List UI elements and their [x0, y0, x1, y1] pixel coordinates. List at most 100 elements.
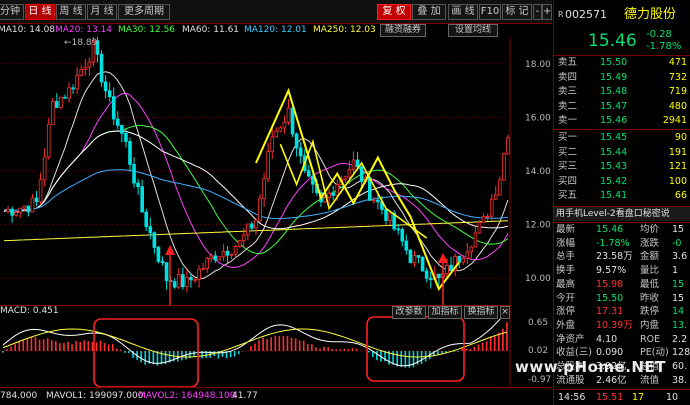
- level-volume: 732: [668, 71, 687, 83]
- volume-axis-value: 41.77: [232, 391, 258, 401]
- candle-body: [428, 277, 433, 280]
- level-label: 买五: [558, 190, 578, 202]
- draw-line-button[interactable]: 画 线: [448, 4, 478, 20]
- candle-body: [83, 66, 88, 70]
- switch-indicator-button[interactable]: 换指标: [464, 306, 498, 319]
- candle-body: [26, 205, 31, 213]
- tab-monthly[interactable]: 月 线: [87, 4, 117, 20]
- candle-body: [331, 192, 335, 196]
- tab-more-periods[interactable]: 更多周期: [118, 4, 170, 20]
- stat-row: 涨停 17.31 跌停 14: [554, 305, 690, 319]
- candle-body: [201, 267, 205, 270]
- level-label: 买一: [558, 132, 578, 143]
- ask-row[interactable]: 卖二 15.47 480: [554, 100, 690, 114]
- price-tick-label: 10.00: [525, 274, 551, 284]
- add-indicator-button[interactable]: 加指标: [428, 306, 462, 319]
- candle-body: [22, 205, 27, 209]
- close-indicator-button[interactable]: ×: [500, 306, 510, 319]
- stat-row: 总手 23.58万 金额 3.6: [554, 250, 690, 264]
- level-price: 15.43: [600, 161, 628, 173]
- price-tick-label: 14.00: [525, 167, 551, 177]
- tab-minute[interactable]: 分钟: [0, 4, 24, 20]
- candle-body: [262, 178, 266, 199]
- ask-row[interactable]: 卖四 15.49 732: [554, 71, 690, 85]
- candle-body: [355, 159, 360, 167]
- stat-value: -0: [672, 237, 682, 249]
- stat-label: 总手: [556, 251, 576, 263]
- tab-daily[interactable]: 日 线: [25, 4, 55, 20]
- level-price: 15.42: [600, 175, 628, 187]
- level-volume: 90: [674, 132, 687, 143]
- stat-row: 涨幅 -1.78% 涨跌 -0: [554, 237, 690, 251]
- zoom-out-button[interactable]: -: [533, 4, 542, 20]
- candle-body: [205, 257, 210, 269]
- adjust-button[interactable]: 复 权: [377, 4, 411, 20]
- zoom-in-button[interactable]: +: [542, 4, 552, 20]
- tab-weekly[interactable]: 周 线: [56, 4, 86, 20]
- level-volume: 191: [668, 146, 687, 158]
- candle-body: [335, 184, 340, 196]
- stat-value: 15: [672, 278, 685, 290]
- ask-row[interactable]: 卖一 15.46 2941: [554, 114, 690, 128]
- overlay-button[interactable]: 叠 加: [412, 4, 446, 20]
- watermark: www.pHome.NET: [515, 358, 666, 376]
- bid-row[interactable]: 买二 15.44 191: [554, 146, 690, 160]
- stat-value: 128: [672, 347, 690, 359]
- stat-label: 今开: [556, 292, 576, 304]
- candle-body: [278, 127, 283, 132]
- ask-row[interactable]: 卖三 15.48 719: [554, 85, 690, 99]
- bid-row[interactable]: 买一 15.45 90: [554, 131, 690, 145]
- kline-chart[interactable]: ←18.89 18.00 16.00 14.00 12.00 10.00: [0, 37, 552, 305]
- level-label: 卖四: [558, 71, 578, 83]
- stat-label: 内盘: [640, 319, 660, 331]
- ma20-label: MA20: 13.14: [55, 25, 113, 35]
- level-price: 15.49: [600, 71, 628, 83]
- set-ma-button[interactable]: 设置均线: [448, 24, 498, 37]
- margin-trading-button[interactable]: 融资融券: [380, 24, 426, 37]
- volume-legend: 784.000 MAVOL1: 199097.000 MAVOL2: 16494…: [0, 387, 552, 405]
- candle-body: [107, 90, 112, 98]
- stat-value: 2.2: [672, 333, 688, 345]
- level-volume: 480: [668, 100, 687, 112]
- candle-body: [498, 179, 502, 196]
- stat-value: 15: [672, 292, 685, 304]
- stat-value: 15.50: [596, 292, 624, 304]
- arrow-head: [438, 253, 448, 263]
- macd-legend: MACD: 0.451 改参数 加指标 换指标 ×: [0, 305, 510, 319]
- candle-body: [111, 96, 116, 120]
- level2-banner[interactable]: 用手机Level-2看盘口秘密说: [554, 207, 690, 221]
- candle-body: [181, 274, 185, 288]
- edit-params-button[interactable]: 改参数: [392, 306, 426, 319]
- candle-body: [254, 219, 258, 229]
- candle-body: [42, 156, 47, 181]
- candle-body: [384, 209, 388, 221]
- candle-body: [477, 222, 482, 234]
- level-price: 15.45: [600, 132, 628, 143]
- candle-body: [437, 273, 441, 279]
- candle-body: [50, 101, 55, 125]
- dif-line: [2, 311, 508, 367]
- candle-body: [266, 151, 270, 180]
- candle-body: [132, 164, 136, 184]
- f10-button[interactable]: F10: [479, 4, 501, 20]
- candle-body: [506, 137, 510, 155]
- candle-body: [172, 281, 177, 288]
- candle-body: [465, 251, 470, 259]
- stock-code: 002571: [565, 8, 607, 21]
- candle-body: [160, 261, 165, 264]
- candle-body: [416, 255, 421, 258]
- mark-button[interactable]: 标 记: [502, 4, 532, 20]
- bid-row[interactable]: 买四 15.42 100: [554, 175, 690, 189]
- candle-body: [156, 247, 161, 262]
- stat-value: 60.: [672, 361, 688, 372]
- level-label: 卖二: [558, 100, 578, 112]
- level-label: 卖三: [558, 86, 578, 98]
- stat-value: 14: [672, 306, 685, 318]
- bid-row[interactable]: 买三 15.43 121: [554, 160, 690, 174]
- candle-body: [225, 250, 230, 256]
- bid-row[interactable]: 买五 15.41 66: [554, 189, 690, 203]
- ask-row[interactable]: 卖五 15.50 471: [554, 56, 690, 70]
- candle-body: [469, 246, 474, 253]
- candle-body: [270, 136, 275, 152]
- stat-value: 15.46: [596, 224, 624, 235]
